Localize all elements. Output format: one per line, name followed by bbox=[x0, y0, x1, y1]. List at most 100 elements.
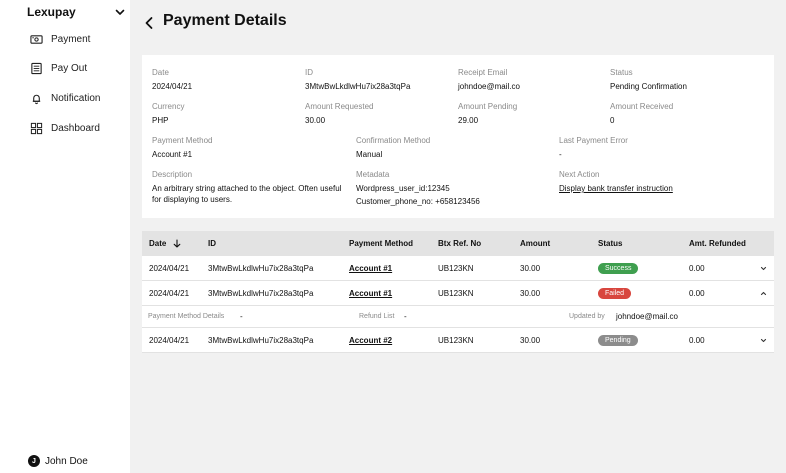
updated-by-value: johndoe@mail.co bbox=[616, 312, 678, 321]
cell-payment-method-link[interactable]: Account #1 bbox=[349, 281, 392, 306]
sidebar: Lexupay Payment Pay Out Notification Das… bbox=[0, 0, 130, 473]
cell-amt-refunded: 0.00 bbox=[689, 264, 705, 273]
sidebar-item-label: Dashboard bbox=[51, 122, 100, 134]
field-value: Customer_phone_no: +658123456 bbox=[356, 197, 480, 206]
cell-id: 3MtwBwLkdlwHu7ix28a3tqPa bbox=[208, 264, 314, 273]
status-badge: Failed bbox=[598, 288, 632, 299]
table-row[interactable]: 2024/04/21 3MtwBwLkdlwHu7ix28a3tqPa Acco… bbox=[142, 256, 774, 281]
column-header-btx-ref: Btx Ref. No bbox=[438, 239, 482, 248]
field-receipt-email: Receipt Email johndoe@mail.co bbox=[458, 67, 520, 92]
field-label: ID bbox=[305, 68, 313, 77]
field-label: Amount Received bbox=[610, 102, 674, 111]
chevron-down-icon[interactable] bbox=[759, 336, 768, 345]
column-header-id: ID bbox=[208, 239, 216, 248]
field-value: Account #1 bbox=[152, 150, 193, 159]
cell-btx-ref: UB123KN bbox=[438, 289, 474, 298]
field-label: Last Payment Error bbox=[559, 136, 628, 145]
chevron-down-icon[interactable] bbox=[759, 264, 768, 273]
field-amount-pending: Amount Pending 29.00 bbox=[458, 101, 517, 126]
field-status: Status Pending Confirmation bbox=[610, 67, 687, 92]
field-value: Wordpress_user_id:12345 bbox=[356, 184, 450, 193]
field-amount-received: Amount Received 0 bbox=[610, 101, 673, 126]
field-value: - bbox=[559, 150, 562, 159]
page-title: Payment Details bbox=[163, 12, 287, 29]
column-header-amt-refunded: Amt. Refunded bbox=[689, 239, 746, 248]
status-badge: Pending bbox=[598, 335, 638, 346]
refund-list-label: Refund List bbox=[359, 313, 395, 320]
table-header: Date ID Payment Method Btx Ref. No Amoun… bbox=[142, 231, 774, 256]
table-row[interactable]: 2024/04/21 3MtwBwLkdlwHu7ix28a3tqPa Acco… bbox=[142, 328, 774, 353]
cell-amount: 30.00 bbox=[520, 289, 541, 298]
cell-btx-ref: UB123KN bbox=[438, 336, 474, 345]
field-payment-method: Payment Method Account #1 bbox=[152, 135, 212, 160]
column-header-amount: Amount bbox=[520, 239, 551, 248]
sidebar-item-label: Notification bbox=[51, 92, 101, 104]
cell-amt-refunded: 0.00 bbox=[689, 289, 705, 298]
cell-payment-method-link[interactable]: Account #1 bbox=[349, 256, 392, 281]
field-label: Payment Method bbox=[152, 136, 213, 145]
field-value: 30.00 bbox=[305, 116, 326, 125]
avatar: J bbox=[28, 455, 40, 467]
field-label: Metadata bbox=[356, 170, 390, 179]
field-label: Amount Pending bbox=[458, 102, 518, 111]
field-value: An arbitrary string attached to the obje… bbox=[152, 184, 342, 204]
back-arrow-icon[interactable] bbox=[142, 15, 156, 31]
field-id: ID 3MtwBwLkdlwHu7ix28a3tqPa bbox=[305, 67, 410, 92]
cell-date: 2024/04/21 bbox=[149, 336, 190, 345]
brand-name: Lexupay bbox=[27, 5, 76, 19]
sidebar-item-payment[interactable]: Payment bbox=[30, 31, 90, 47]
cell-amount: 30.00 bbox=[520, 336, 541, 345]
field-label: Next Action bbox=[559, 170, 600, 179]
cell-amount: 30.00 bbox=[520, 264, 541, 273]
chevron-down-icon[interactable] bbox=[113, 5, 127, 19]
field-next-action: Next Action Display bank transfer instru… bbox=[559, 169, 673, 194]
table-row[interactable]: 2024/04/21 3MtwBwLkdlwHu7ix28a3tqPa Acco… bbox=[142, 281, 774, 306]
field-value: Pending Confirmation bbox=[610, 82, 687, 91]
transactions-table: Date ID Payment Method Btx Ref. No Amoun… bbox=[142, 231, 774, 353]
cell-id: 3MtwBwLkdlwHu7ix28a3tqPa bbox=[208, 289, 314, 298]
next-action-link[interactable]: Display bank transfer instruction bbox=[559, 183, 673, 194]
cell-date: 2024/04/21 bbox=[149, 264, 190, 273]
sidebar-item-label: Payment bbox=[51, 33, 91, 45]
row-expanded-details: Payment Method Details - Refund List - U… bbox=[142, 306, 774, 328]
sidebar-item-payout[interactable]: Pay Out bbox=[30, 60, 87, 76]
updated-by-label: Updated by bbox=[569, 313, 605, 320]
field-date: Date 2024/04/21 bbox=[152, 67, 192, 92]
payment-method-details-value: - bbox=[240, 312, 243, 321]
column-header-status: Status bbox=[598, 239, 623, 248]
sort-down-icon[interactable] bbox=[173, 239, 181, 248]
field-description: Description An arbitrary string attached… bbox=[152, 169, 347, 205]
field-label: Currency bbox=[152, 102, 185, 111]
chevron-up-icon[interactable] bbox=[759, 289, 768, 298]
cell-id: 3MtwBwLkdlwHu7ix28a3tqPa bbox=[208, 336, 314, 345]
column-header-date[interactable]: Date bbox=[149, 231, 181, 256]
sidebar-item-label: Pay Out bbox=[51, 62, 88, 74]
bell-icon bbox=[32, 94, 41, 104]
field-label: Receipt Email bbox=[458, 68, 508, 77]
field-currency: Currency PHP bbox=[152, 101, 184, 126]
field-value: PHP bbox=[152, 116, 169, 125]
field-value: 0 bbox=[610, 116, 615, 125]
field-last-payment-error: Last Payment Error - bbox=[559, 135, 628, 160]
sidebar-item-dashboard[interactable]: Dashboard bbox=[30, 120, 100, 136]
status-badge: Success bbox=[598, 263, 639, 274]
payment-details-card: Date 2024/04/21 ID 3MtwBwLkdlwHu7ix28a3t… bbox=[142, 55, 774, 218]
cell-payment-method-link[interactable]: Account #2 bbox=[349, 328, 392, 353]
sidebar-item-notification[interactable]: Notification bbox=[30, 90, 100, 106]
field-value: Manual bbox=[356, 150, 383, 159]
brand-switcher[interactable]: Lexupay bbox=[27, 5, 127, 19]
field-label: Confirmation Method bbox=[356, 136, 431, 145]
column-label: Date bbox=[149, 239, 167, 248]
user-name: John Doe bbox=[45, 455, 88, 467]
dashboard-icon bbox=[30, 122, 43, 134]
cell-btx-ref: UB123KN bbox=[438, 264, 474, 273]
user-profile[interactable]: J John Doe bbox=[28, 455, 88, 467]
field-metadata: Metadata Wordpress_user_id:12345 Custome… bbox=[356, 169, 480, 207]
field-amount-requested: Amount Requested 30.00 bbox=[305, 101, 374, 126]
cell-date: 2024/04/21 bbox=[149, 289, 190, 298]
column-header-payment-method: Payment Method bbox=[349, 239, 414, 248]
cash-icon bbox=[30, 34, 43, 44]
field-label: Amount Requested bbox=[305, 102, 374, 111]
field-value: johndoe@mail.co bbox=[458, 82, 520, 91]
field-label: Date bbox=[152, 68, 169, 77]
